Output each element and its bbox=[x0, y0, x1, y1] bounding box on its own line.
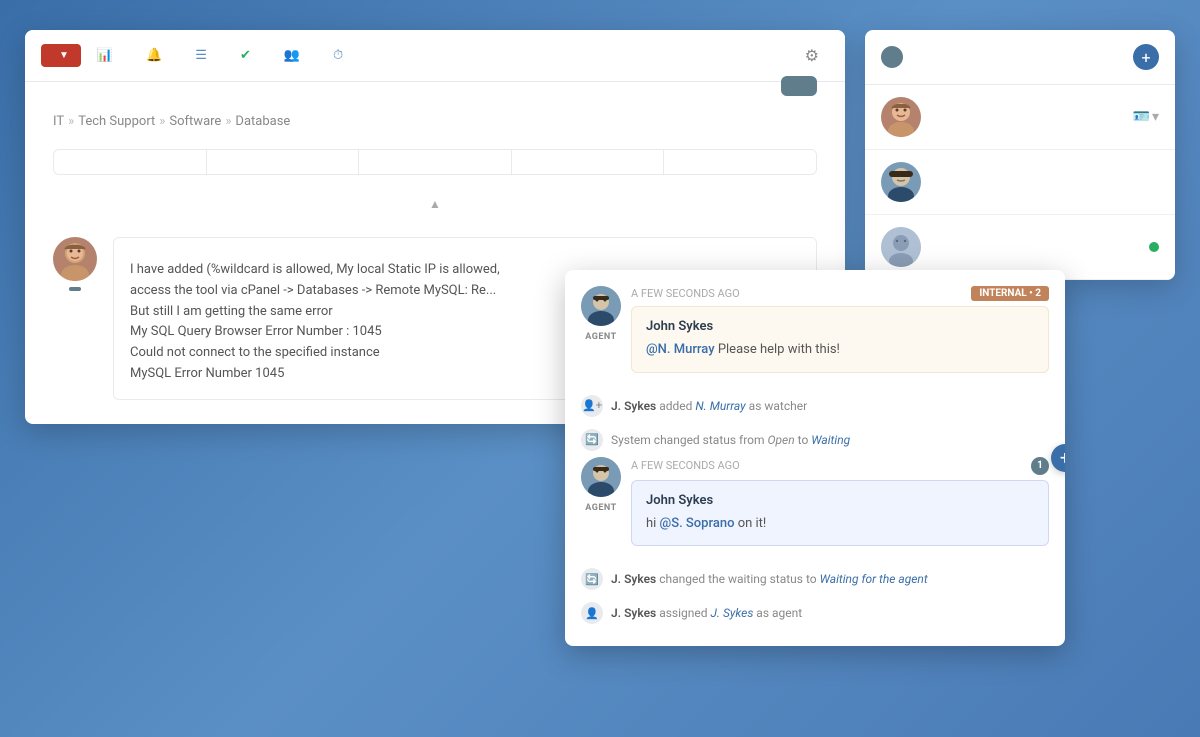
collapse-button[interactable]: ▲ bbox=[53, 191, 817, 217]
chevron-down-icon: ▾ bbox=[1152, 109, 1159, 125]
status-icon: 🔄 bbox=[581, 429, 603, 451]
chat-text-onit: on it! bbox=[738, 516, 767, 531]
participant-john bbox=[865, 150, 1175, 215]
chat-agent-label-2: AGENT bbox=[585, 503, 616, 513]
participant-susan-action[interactable]: 🪪 ▾ bbox=[1133, 109, 1159, 125]
meta-type bbox=[207, 150, 360, 174]
system-watcher-text: J. Sykes added N. Murray as watcher bbox=[611, 399, 807, 413]
mention-murray: @N. Murray bbox=[646, 342, 715, 357]
chat-timestamp-1: A FEW SECONDS AGO bbox=[631, 287, 740, 300]
chat-text-hi: hi bbox=[646, 516, 660, 531]
meta-source bbox=[359, 150, 512, 174]
customer-role-badge bbox=[69, 287, 81, 291]
chat-message-2: AGENT A FEW SECONDS AGO 1 John Sykes hi … bbox=[581, 457, 1049, 547]
chat-john-avatar-2 bbox=[581, 457, 621, 497]
watcher-icon: 👤+ bbox=[581, 395, 603, 417]
chat-author-2: John Sykes bbox=[646, 493, 1034, 508]
nav-approvals[interactable]: ✔ bbox=[228, 42, 268, 69]
contact-card-icon: 🪪 bbox=[1133, 109, 1150, 125]
breadcrumb-sep1: » bbox=[68, 114, 74, 129]
ticket-nav: ▼ 📊 🔔 ☰ ✔ 👥 ⏱ ⚙ bbox=[25, 30, 845, 82]
ticket-body: IT » Tech Support » Software » Database bbox=[25, 82, 845, 237]
reassign-icon: 👥 bbox=[284, 48, 300, 63]
chat-bubble-2: John Sykes hi @S. Soprano on it! bbox=[631, 480, 1049, 547]
meta-resolution bbox=[664, 150, 816, 174]
meta-priority bbox=[54, 150, 207, 174]
chat-panel: AGENT A FEW SECONDS AGO INTERNAL • 2 Joh… bbox=[565, 270, 1065, 646]
nav-notifications[interactable]: 🔔 bbox=[134, 42, 179, 69]
chart-icon: 📊 bbox=[97, 48, 113, 63]
participant-susan: 🪪 ▾ bbox=[865, 85, 1175, 150]
system-event-assign: 👤 J. Sykes assigned J. Sykes as agent bbox=[581, 596, 1049, 630]
nav-reassign[interactable]: 👥 bbox=[272, 42, 317, 69]
participant-john-avatar bbox=[881, 162, 921, 202]
message-count-badge: 1 bbox=[1031, 457, 1049, 475]
internal-badge: INTERNAL • 2 bbox=[971, 286, 1049, 301]
chat-message-1: AGENT A FEW SECONDS AGO INTERNAL • 2 Joh… bbox=[581, 286, 1049, 373]
online-status-dot bbox=[1149, 242, 1159, 252]
chat-author-1: John Sykes bbox=[646, 319, 1034, 334]
time-icon: ⏱ bbox=[333, 48, 343, 63]
breadcrumb-sep2: » bbox=[159, 114, 165, 129]
chat-text-1: @N. Murray Please help with this! bbox=[646, 340, 1034, 360]
nav-time[interactable]: ⏱ bbox=[321, 42, 360, 69]
system-event-status: 🔄 System changed status from Open to Wai… bbox=[581, 423, 1049, 457]
chat-john-avatar-1 bbox=[581, 286, 621, 326]
mention-soprano: @S. Soprano bbox=[660, 516, 735, 531]
chat-text-1-body: Please help with this! bbox=[718, 342, 840, 357]
chat-messages: AGENT A FEW SECONDS AGO INTERNAL • 2 Joh… bbox=[565, 270, 1065, 646]
participants-panel: + 🪪 ▾ bbox=[865, 30, 1175, 280]
system-event-waiting: 🔄 J. Sykes changed the waiting status to… bbox=[581, 562, 1049, 596]
nav-metrics[interactable]: 📊 bbox=[85, 42, 130, 69]
customer-avatar bbox=[53, 237, 97, 281]
chat-bubble-1: John Sykes @N. Murray Please help with t… bbox=[631, 306, 1049, 373]
breadcrumb-tech-support: Tech Support bbox=[78, 114, 155, 129]
breadcrumb-it: IT bbox=[53, 114, 64, 129]
customer-avatar-area bbox=[53, 237, 97, 400]
breadcrumb: IT » Tech Support » Software » Database bbox=[53, 114, 290, 129]
participant-susan-avatar bbox=[881, 97, 921, 137]
settings-gear-icon[interactable]: ⚙ bbox=[795, 40, 829, 71]
breadcrumb-database: Database bbox=[235, 114, 290, 129]
breadcrumb-software: Software bbox=[169, 114, 221, 129]
chat-agent-label-1: AGENT bbox=[585, 332, 616, 342]
participants-header: + bbox=[865, 30, 1175, 85]
system-assign-text: J. Sykes assigned J. Sykes as agent bbox=[611, 606, 802, 620]
chat-timestamp-2: A FEW SECONDS AGO bbox=[631, 459, 740, 472]
ticket-metadata bbox=[53, 149, 817, 175]
bell-icon: 🔔 bbox=[146, 48, 162, 63]
nav-tasks[interactable]: ☰ bbox=[183, 42, 224, 69]
approvals-icon: ✔ bbox=[240, 48, 251, 63]
ticket-id-badge bbox=[781, 76, 817, 96]
participants-header-left bbox=[881, 46, 911, 68]
add-participant-button[interactable]: + bbox=[1133, 44, 1159, 70]
system-waiting-text: J. Sykes changed the waiting status to W… bbox=[611, 572, 928, 586]
meta-first-response bbox=[512, 150, 665, 174]
breadcrumb-sep3: » bbox=[225, 114, 231, 129]
system-status-text: System changed status from Open to Waiti… bbox=[611, 433, 850, 447]
waiting-icon: 🔄 bbox=[581, 568, 603, 590]
assign-icon: 👤 bbox=[581, 602, 603, 624]
system-event-watcher: 👤+ J. Sykes added N. Murray as watcher bbox=[581, 389, 1049, 423]
tasks-icon: ☰ bbox=[195, 48, 207, 63]
participants-count bbox=[881, 46, 903, 68]
requires-action-button[interactable]: ▼ bbox=[41, 44, 81, 67]
dropdown-arrow-icon: ▼ bbox=[59, 50, 69, 61]
chat-text-2: hi @S. Soprano on it! bbox=[646, 514, 1034, 534]
participant-datacenter-avatar bbox=[881, 227, 921, 267]
